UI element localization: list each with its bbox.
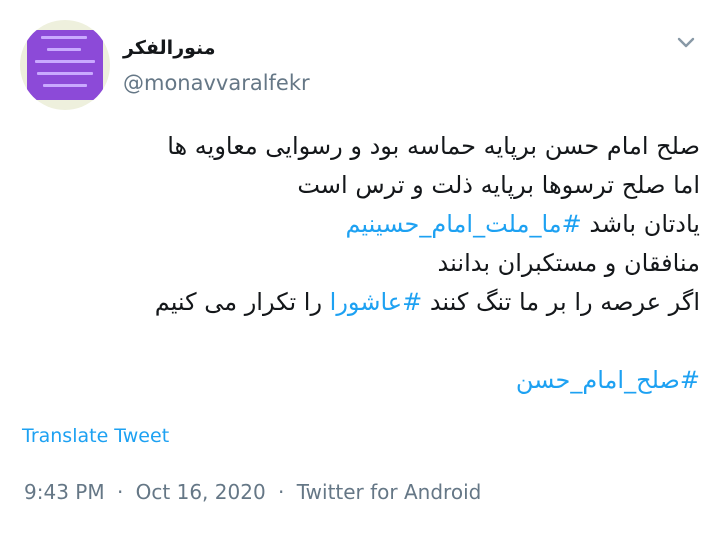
- tweet-meta: 9:43 PM · Oct 16, 2020 · Twitter for And…: [24, 480, 481, 504]
- hashtag-link[interactable]: #عاشورا: [330, 288, 423, 316]
- hashtag-link[interactable]: #ما_ملت_امام_حسینیم: [345, 210, 581, 238]
- display-name[interactable]: منورالفکر: [123, 37, 216, 59]
- tweet-line-text: اگر عرصه را بر ما تنگ کنند: [422, 288, 700, 316]
- chevron-down-icon[interactable]: [676, 36, 696, 50]
- tweet-line: یادتان باشد #ما_ملت_امام_حسینیم: [40, 205, 700, 244]
- tweet-date[interactable]: Oct 16, 2020: [136, 480, 266, 504]
- user-handle[interactable]: @monavvaralfekr: [123, 71, 310, 95]
- separator: ·: [116, 480, 124, 504]
- tweet-line: #صلح_امام_حسن: [40, 361, 700, 400]
- hashtag-link[interactable]: #صلح_امام_حسن: [516, 366, 700, 394]
- translate-tweet-link[interactable]: Translate Tweet: [22, 425, 169, 447]
- tweet-line-text: یادتان باشد: [581, 210, 700, 238]
- avatar[interactable]: [20, 20, 110, 110]
- tweet-line: اگر عرصه را بر ما تنگ کنند #عاشورا را تک…: [40, 283, 700, 322]
- tweet-line: اما صلح ترسوها برپایه ذلت و ترس است: [297, 171, 700, 199]
- separator: ·: [278, 480, 285, 504]
- tweet-line: منافقان و مستکبران بدانند: [437, 249, 700, 277]
- tweet-line: صلح امام حسن برپایه حماسه بود و رسوایی م…: [167, 132, 700, 160]
- tweet-time[interactable]: 9:43 PM: [24, 480, 105, 504]
- avatar-image: [27, 30, 103, 100]
- tweet-text: صلح امام حسن برپایه حماسه بود و رسوایی م…: [40, 127, 700, 400]
- tweet-source: Twitter for Android: [296, 480, 482, 504]
- tweet-line-text: را تکرار می کنیم: [154, 288, 330, 316]
